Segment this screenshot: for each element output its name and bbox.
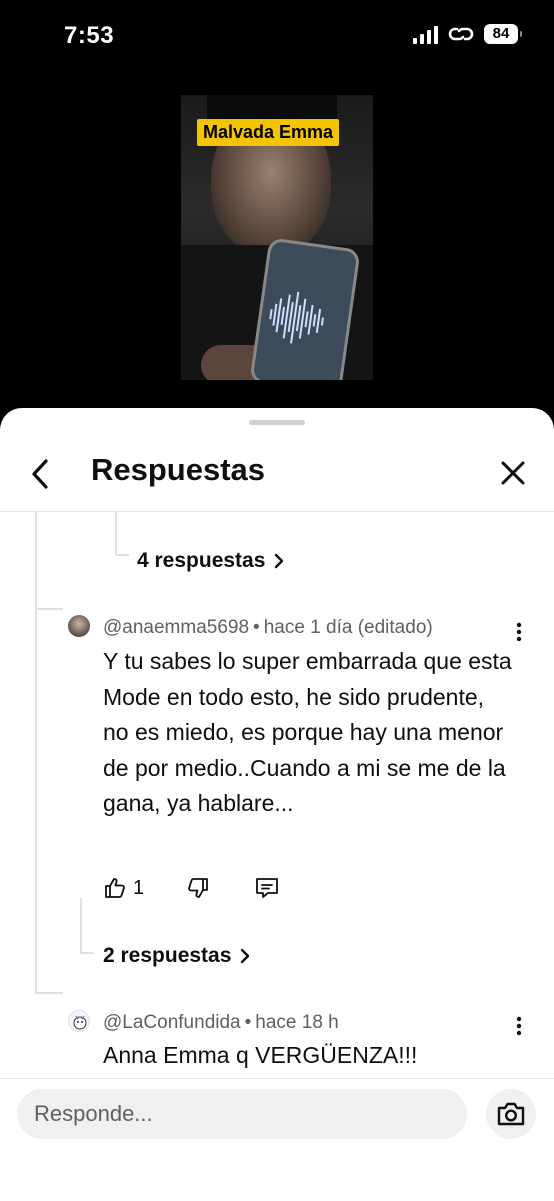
comment-author[interactable]: @anaemma5698 (103, 617, 249, 638)
comment-time: hace 1 día (editado) (263, 617, 433, 638)
camera-button[interactable] (486, 1089, 536, 1139)
close-icon[interactable] (498, 458, 528, 488)
view-replies-label: 4 respuestas (137, 549, 266, 572)
header-divider (0, 511, 554, 512)
signal-icon (413, 24, 438, 44)
status-bar: 7:53 84 (0, 0, 554, 70)
thread-line (115, 512, 117, 554)
sheet-title: Respuestas (91, 452, 266, 487)
phone-image (249, 237, 361, 380)
thread-line (35, 608, 37, 993)
like-count: 1 (133, 876, 145, 899)
reply-composer (0, 1078, 554, 1201)
thread-line (80, 898, 82, 952)
thumbs-up-icon (105, 878, 125, 898)
comment-author[interactable]: @LaConfundida (103, 1012, 241, 1033)
drag-handle[interactable] (249, 420, 305, 425)
view-replies-label: 2 respuestas (103, 944, 232, 967)
video-overlay-label: Malvada Emma (197, 119, 340, 146)
reply-input[interactable] (17, 1089, 467, 1139)
cartoon-avatar-icon (73, 1015, 87, 1030)
link-icon (448, 27, 474, 41)
battery-indicator: 84 (484, 24, 522, 44)
like-button[interactable]: 1 (103, 876, 144, 900)
comment-text: Y tu sabes lo super embarrada que esta M… (103, 648, 512, 816)
avatar[interactable] (68, 1010, 90, 1032)
thread-line (35, 512, 37, 612)
comment-meta: @LaConfundida • hace 18 h (103, 1012, 339, 1033)
more-vertical-icon[interactable] (516, 1016, 522, 1036)
status-time: 7:53 (64, 22, 115, 49)
comment-meta: @anaemma5698 • hace 1 día (editado) (103, 617, 433, 638)
thread-line (35, 992, 63, 994)
avatar[interactable] (68, 615, 90, 637)
thread-line (35, 608, 63, 610)
status-icons: 84 (413, 24, 522, 44)
comment-actions: 1 (103, 876, 280, 900)
view-replies-button[interactable]: 2 respuestas (103, 944, 251, 968)
thread-line (115, 554, 129, 556)
replies-sheet: Respuestas 4 respuestas @anaemma5698 • hac… (0, 408, 554, 1201)
more-vertical-icon[interactable] (516, 622, 522, 642)
comment-icon[interactable] (254, 876, 280, 900)
thread-line (80, 952, 94, 954)
chevron-right-icon (241, 948, 250, 964)
comment-time: hace 18 h (255, 1012, 339, 1033)
chevron-left-icon[interactable] (26, 456, 56, 492)
sheet-header: Respuestas (0, 438, 554, 510)
comment-text: Anna Emma q VERGÜENZA!!! (103, 1042, 418, 1068)
chevron-right-icon (275, 553, 284, 569)
camera-icon (497, 1102, 525, 1126)
view-replies-button[interactable]: 4 respuestas (137, 549, 285, 573)
thumbs-down-icon[interactable] (186, 876, 210, 900)
